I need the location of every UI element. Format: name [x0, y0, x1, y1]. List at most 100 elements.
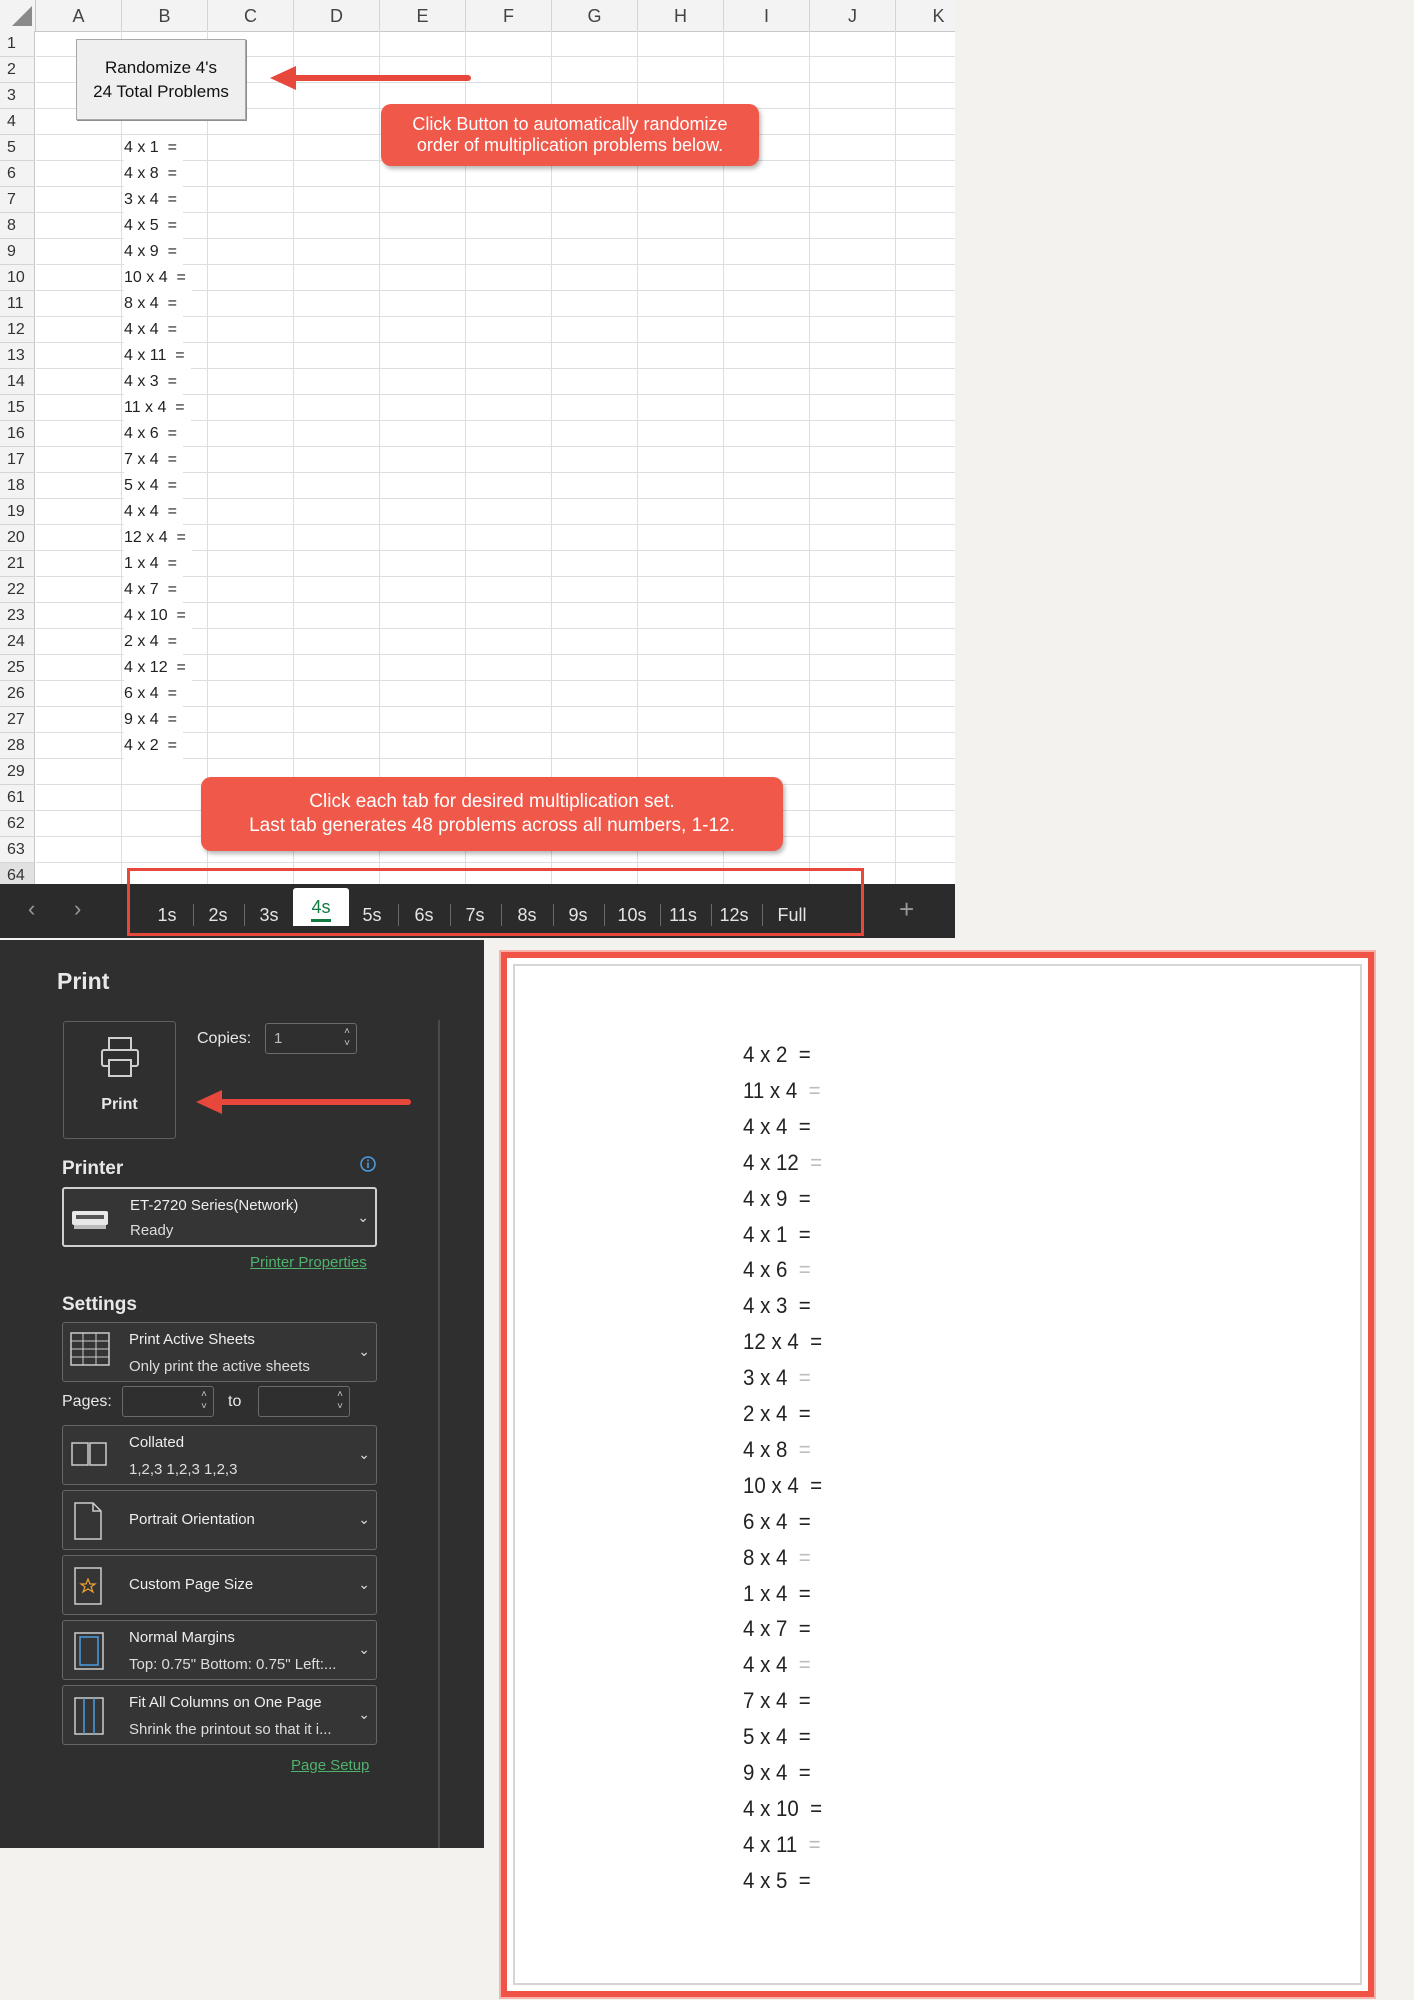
printer-properties-link[interactable]: Printer Properties	[250, 1254, 367, 1271]
row-header-29[interactable]: 29	[0, 759, 35, 785]
row-header-16[interactable]: 16	[0, 421, 35, 447]
column-header-d[interactable]: D	[294, 0, 380, 31]
column-header-e[interactable]: E	[380, 0, 466, 31]
problem-cell[interactable]: 4 x 8 =	[124, 161, 183, 187]
problem-cell[interactable]: 9 x 4 =	[124, 707, 183, 733]
row-header-62[interactable]: 62	[0, 811, 35, 837]
setting-margins[interactable]: Normal Margins Top: 0.75" Bottom: 0.75" …	[62, 1620, 377, 1680]
row-header-8[interactable]: 8	[0, 213, 35, 239]
info-icon[interactable]	[359, 1155, 377, 1173]
row-header-11[interactable]: 11	[0, 291, 35, 317]
row-header-18[interactable]: 18	[0, 473, 35, 499]
problem-cell[interactable]: 6 x 4 =	[124, 681, 183, 707]
problem-cell[interactable]: 4 x 4 =	[124, 499, 183, 525]
problem-cell[interactable]: 4 x 12 =	[124, 655, 192, 681]
row-header-2[interactable]: 2	[0, 57, 35, 83]
column-header-k[interactable]: K	[896, 0, 955, 31]
row-header-21[interactable]: 21	[0, 551, 35, 577]
problem-cell[interactable]: 4 x 6 =	[124, 421, 183, 447]
row-header-27[interactable]: 27	[0, 707, 35, 733]
tab-scroll-right-icon[interactable]: ›	[74, 896, 81, 922]
row-header-63[interactable]: 63	[0, 837, 35, 863]
setting-page-size[interactable]: Custom Page Size ⌄	[62, 1555, 377, 1615]
row-header-26[interactable]: 26	[0, 681, 35, 707]
problem-cell[interactable]: 7 x 4 =	[124, 447, 183, 473]
pages-from-input[interactable]: ˄ ˅	[122, 1386, 214, 1417]
row-header-12[interactable]: 12	[0, 317, 35, 343]
select-all-corner[interactable]	[0, 0, 36, 31]
setting-orientation[interactable]: Portrait Orientation ⌄	[62, 1490, 377, 1550]
problem-cell[interactable]: 4 x 10 =	[124, 603, 192, 629]
copies-input[interactable]: 1 ˄ ˅	[265, 1023, 357, 1054]
row-header-20[interactable]: 20	[0, 525, 35, 551]
column-header-h[interactable]: H	[638, 0, 724, 31]
row-header-7[interactable]: 7	[0, 187, 35, 213]
row-header-25[interactable]: 25	[0, 655, 35, 681]
row-header-23[interactable]: 23	[0, 603, 35, 629]
problem-cell[interactable]: 8 x 4 =	[124, 291, 183, 317]
problem-cell[interactable]: 3 x 4 =	[124, 187, 183, 213]
pages-to-input[interactable]: ˄ ˅	[258, 1386, 350, 1417]
problem-cell[interactable]: 12 x 4 =	[124, 525, 192, 551]
row-header-19[interactable]: 19	[0, 499, 35, 525]
problem-cell[interactable]: 10 x 4 =	[124, 265, 192, 291]
column-header-c[interactable]: C	[208, 0, 294, 31]
page-setup-link[interactable]: Page Setup	[291, 1757, 369, 1774]
randomize-button[interactable]: Randomize 4's 24 Total Problems	[76, 39, 246, 120]
preview-problem: 5 x 4 =	[743, 1724, 811, 1750]
column-header-f[interactable]: F	[466, 0, 552, 31]
row-header-4[interactable]: 4	[0, 109, 35, 135]
add-sheet-icon[interactable]: +	[899, 894, 914, 925]
row-header-14[interactable]: 14	[0, 369, 35, 395]
problem-cell[interactable]: 4 x 9 =	[124, 239, 183, 265]
problem-cell[interactable]: 4 x 5 =	[124, 213, 183, 239]
row-header-61[interactable]: 61	[0, 785, 35, 811]
problem-cell[interactable]: 1 x 4 =	[124, 551, 183, 577]
preview-problem-text: 11 x 4	[743, 1077, 798, 1103]
print-button[interactable]: Print	[63, 1021, 176, 1139]
column-header-g[interactable]: G	[552, 0, 638, 31]
printer-select[interactable]: ET-2720 Series(Network) Ready ⌄	[62, 1187, 377, 1247]
row-header-5[interactable]: 5	[0, 135, 35, 161]
row-header-1[interactable]: 1	[0, 31, 35, 57]
problem-cell[interactable]: 4 x 2 =	[124, 733, 183, 759]
problem-cell[interactable]: 4 x 11 =	[124, 343, 191, 369]
setting-collated[interactable]: Collated 1,2,3 1,2,3 1,2,3 ⌄	[62, 1425, 377, 1485]
problem-cell[interactable]: 2 x 4 =	[124, 629, 183, 655]
tabs-highlight-box	[127, 868, 864, 936]
tab-scroll-left-icon[interactable]: ‹	[28, 896, 35, 922]
preview-problem-text: 7 x 4	[743, 1688, 788, 1714]
problem-cell[interactable]: 4 x 1 =	[124, 135, 183, 161]
problem-cell[interactable]: 4 x 7 =	[124, 577, 183, 603]
spinner-arrows-icon[interactable]: ˄ ˅	[337, 1389, 343, 1413]
column-header-j[interactable]: J	[810, 0, 896, 31]
preview-problem-text: 9 x 4	[743, 1760, 788, 1785]
spinner-arrows-icon[interactable]: ˄ ˅	[201, 1389, 207, 1413]
setting-line1: Portrait Orientation	[129, 1511, 255, 1528]
setting-line2: 1,2,3 1,2,3 1,2,3	[129, 1461, 238, 1478]
row-header-15[interactable]: 15	[0, 395, 35, 421]
row-header-9[interactable]: 9	[0, 239, 35, 265]
row-header-28[interactable]: 28	[0, 733, 35, 759]
row-header-13[interactable]: 13	[0, 343, 35, 369]
problem-cell[interactable]: 4 x 4 =	[124, 317, 183, 343]
row-header-3[interactable]: 3	[0, 83, 35, 109]
collated-icon	[71, 1442, 107, 1466]
problem-cell[interactable]: 4 x 3 =	[124, 369, 183, 395]
row-header-10[interactable]: 10	[0, 265, 35, 291]
preview-equals: =	[798, 1221, 811, 1247]
row-header-24[interactable]: 24	[0, 629, 35, 655]
column-header-b[interactable]: B	[122, 0, 208, 31]
setting-print-active-sheets[interactable]: Print Active Sheets Only print the activ…	[62, 1322, 377, 1382]
row-header-22[interactable]: 22	[0, 577, 35, 603]
column-header-a[interactable]: A	[36, 0, 122, 31]
problem-cell[interactable]: 5 x 4 =	[124, 473, 183, 499]
problem-cell[interactable]: 11 x 4 =	[124, 395, 191, 421]
row-header-17[interactable]: 17	[0, 447, 35, 473]
column-header-i[interactable]: I	[724, 0, 810, 31]
setting-line1: Custom Page Size	[129, 1576, 254, 1593]
row-header-6[interactable]: 6	[0, 161, 35, 187]
setting-scaling[interactable]: Fit All Columns on One Page Shrink the p…	[62, 1685, 377, 1745]
spinner-arrows-icon[interactable]: ˄ ˅	[344, 1026, 350, 1050]
preview-problem: 4 x 11 =	[743, 1832, 821, 1858]
